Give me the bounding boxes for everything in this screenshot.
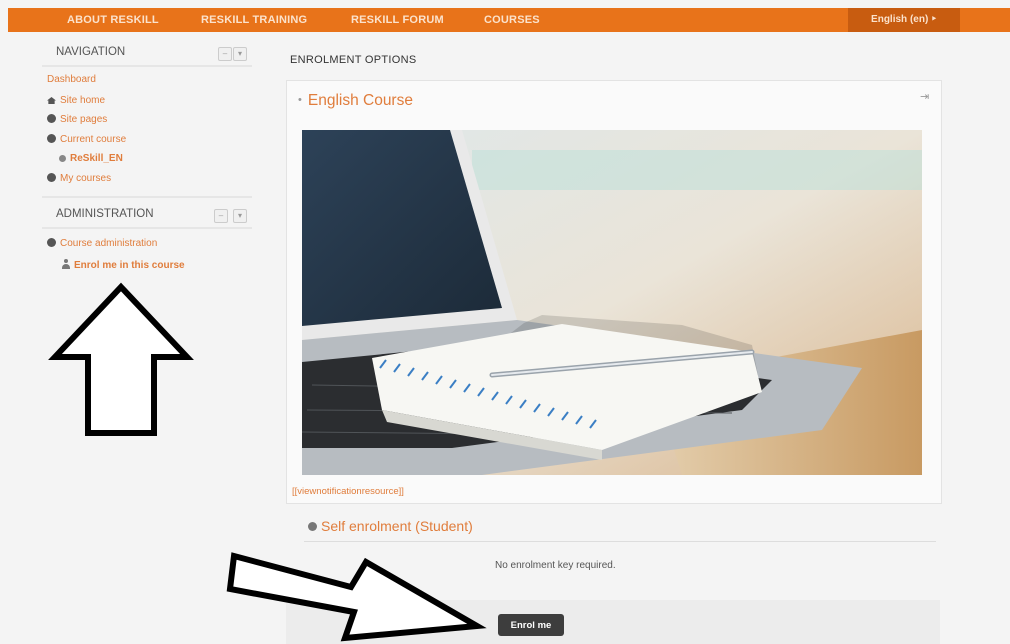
self-enrolment-heading: Self enrolment (Student) [308, 518, 473, 534]
administration-block-title: ADMINISTRATION [56, 208, 154, 220]
navigation-block-title: NAVIGATION [56, 46, 126, 58]
page-title: ENROLMENT OPTIONS [290, 54, 417, 66]
enrol-me-in-course-label: Enrol me in this course [74, 260, 185, 271]
home-icon [47, 97, 56, 104]
laptop-notebook-image [302, 130, 922, 475]
nav-current-course-label: Current course [60, 134, 127, 145]
collapse-block-icon[interactable]: – [214, 209, 228, 223]
nav-about-reskill[interactable]: ABOUT RESKILL [67, 14, 159, 26]
navigation-block-header: NAVIGATION – ▾ [42, 42, 252, 64]
language-selector[interactable]: English (en) ‣ [848, 8, 960, 32]
nav-reskill-forum[interactable]: RESKILL FORUM [351, 14, 444, 26]
nav-my-courses-label: My courses [60, 173, 112, 184]
nav-course-reskill-en[interactable]: ReSkill_EN [59, 153, 123, 164]
course-image [302, 130, 922, 475]
enrol-form-footer [286, 600, 940, 644]
user-icon [62, 259, 70, 269]
nav-site-home[interactable]: Site home [47, 95, 105, 106]
self-enrolment-divider [304, 541, 936, 542]
self-enrolment-title: Self enrolment (Student) [321, 518, 473, 534]
section-bullet-icon [308, 522, 317, 531]
nav-current-course[interactable]: Current course [47, 134, 126, 145]
nav-site-home-label: Site home [60, 95, 106, 106]
expand-bullet-icon [47, 238, 56, 247]
nav-reskill-training[interactable]: RESKILL TRAINING [201, 14, 307, 26]
course-bullet-icon: • [298, 94, 302, 106]
enrol-me-button[interactable]: Enrol me [498, 614, 564, 636]
navigation-divider [42, 65, 252, 67]
administration-divider-top [42, 196, 252, 198]
administration-block-header: ADMINISTRATION – ▾ [42, 204, 252, 226]
nav-courses[interactable]: COURSES [484, 14, 540, 26]
block-actions-icon[interactable]: ▾ [233, 47, 247, 61]
top-navigation-bar: ABOUT RESKILL RESKILL TRAINING RESKILL F… [8, 8, 1010, 32]
course-administration-label: Course administration [60, 238, 158, 249]
collapse-block-icon[interactable]: – [218, 47, 232, 61]
enrol-me-in-course-link[interactable]: Enrol me in this course [62, 259, 185, 271]
block-actions-icon[interactable]: ▾ [233, 209, 247, 223]
nav-my-courses[interactable]: My courses [47, 173, 111, 184]
administration-divider [42, 227, 252, 229]
view-notification-resource-link[interactable]: [[viewnotificationresource]] [292, 486, 404, 497]
course-title[interactable]: • English Course [298, 92, 413, 110]
course-administration-link[interactable]: Course administration [47, 238, 157, 249]
expand-bullet-icon [47, 173, 56, 182]
nav-site-pages-label: Site pages [60, 114, 108, 125]
nav-dashboard-link[interactable]: Dashboard [47, 74, 96, 85]
no-key-required-text: No enrolment key required. [495, 560, 616, 571]
nav-site-pages[interactable]: Site pages [47, 114, 107, 125]
expand-bullet-icon [47, 114, 56, 123]
course-bullet-icon [59, 155, 66, 162]
course-title-text: English Course [307, 92, 413, 109]
nav-course-reskill-en-label: ReSkill_EN [70, 153, 123, 164]
enter-course-icon[interactable]: ⇥ [920, 90, 929, 103]
expand-bullet-icon [47, 134, 56, 143]
